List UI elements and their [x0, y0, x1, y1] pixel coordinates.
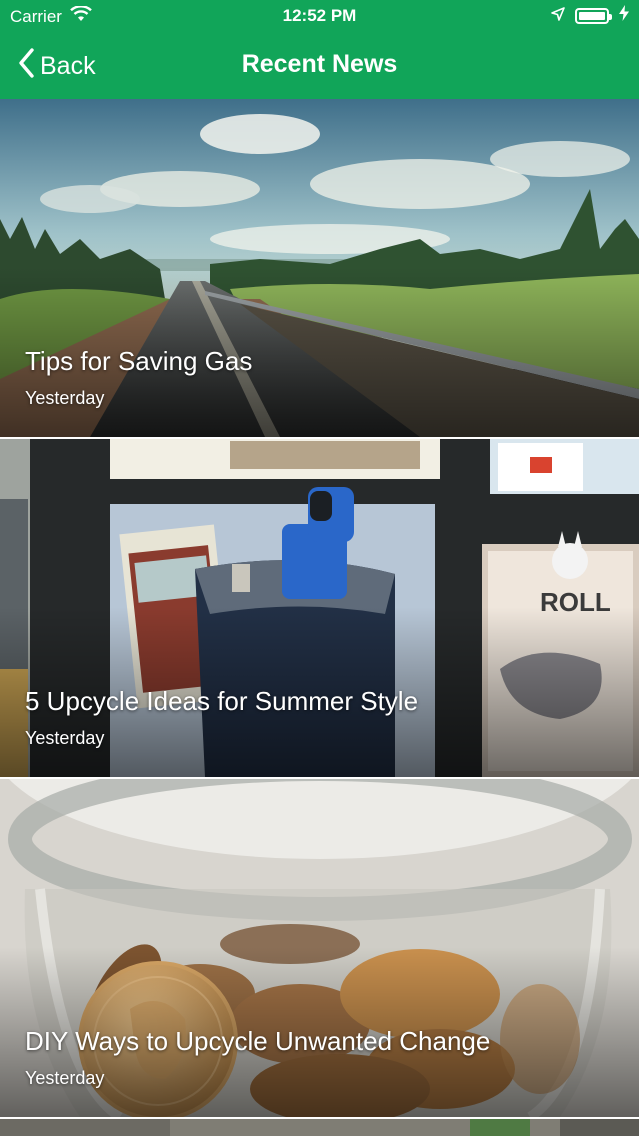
battery-icon: [575, 7, 612, 24]
news-card-upcycle-unwanted-change[interactable]: DIY Ways to Upcycle Unwanted Change Yest…: [0, 779, 639, 1117]
charging-bolt-icon: [619, 5, 629, 26]
article-title: Tips for Saving Gas: [25, 346, 253, 376]
location-arrow-icon: [551, 6, 565, 26]
partial-card-image: [0, 1119, 639, 1136]
article-date: Yesterday: [25, 728, 105, 748]
article-date: Yesterday: [25, 388, 105, 408]
article-title: 5 Upcycle Ideas for Summer Style: [25, 686, 419, 716]
status-bar: Carrier 12:52 PM: [0, 0, 639, 34]
page-title: Recent News: [241, 50, 398, 78]
navigation-bar: Back Recent News: [0, 36, 639, 96]
app-header: Carrier 12:52 PM Back Recent News: [0, 0, 639, 99]
status-time: 12:52 PM: [282, 6, 357, 25]
article-date: Yesterday: [25, 1068, 105, 1088]
news-feed[interactable]: Tips for Saving Gas Yesterday ROLL 5 Upc…: [0, 99, 639, 1136]
news-card-saving-gas[interactable]: Tips for Saving Gas Yesterday: [0, 99, 639, 437]
status-right: [551, 5, 629, 26]
news-card-partial[interactable]: [0, 1119, 639, 1136]
news-card-upcycle-summer-style[interactable]: ROLL 5 Upcycle Ideas for Summer Style Ye…: [0, 439, 639, 777]
article-title: DIY Ways to Upcycle Unwanted Change: [25, 1026, 491, 1056]
